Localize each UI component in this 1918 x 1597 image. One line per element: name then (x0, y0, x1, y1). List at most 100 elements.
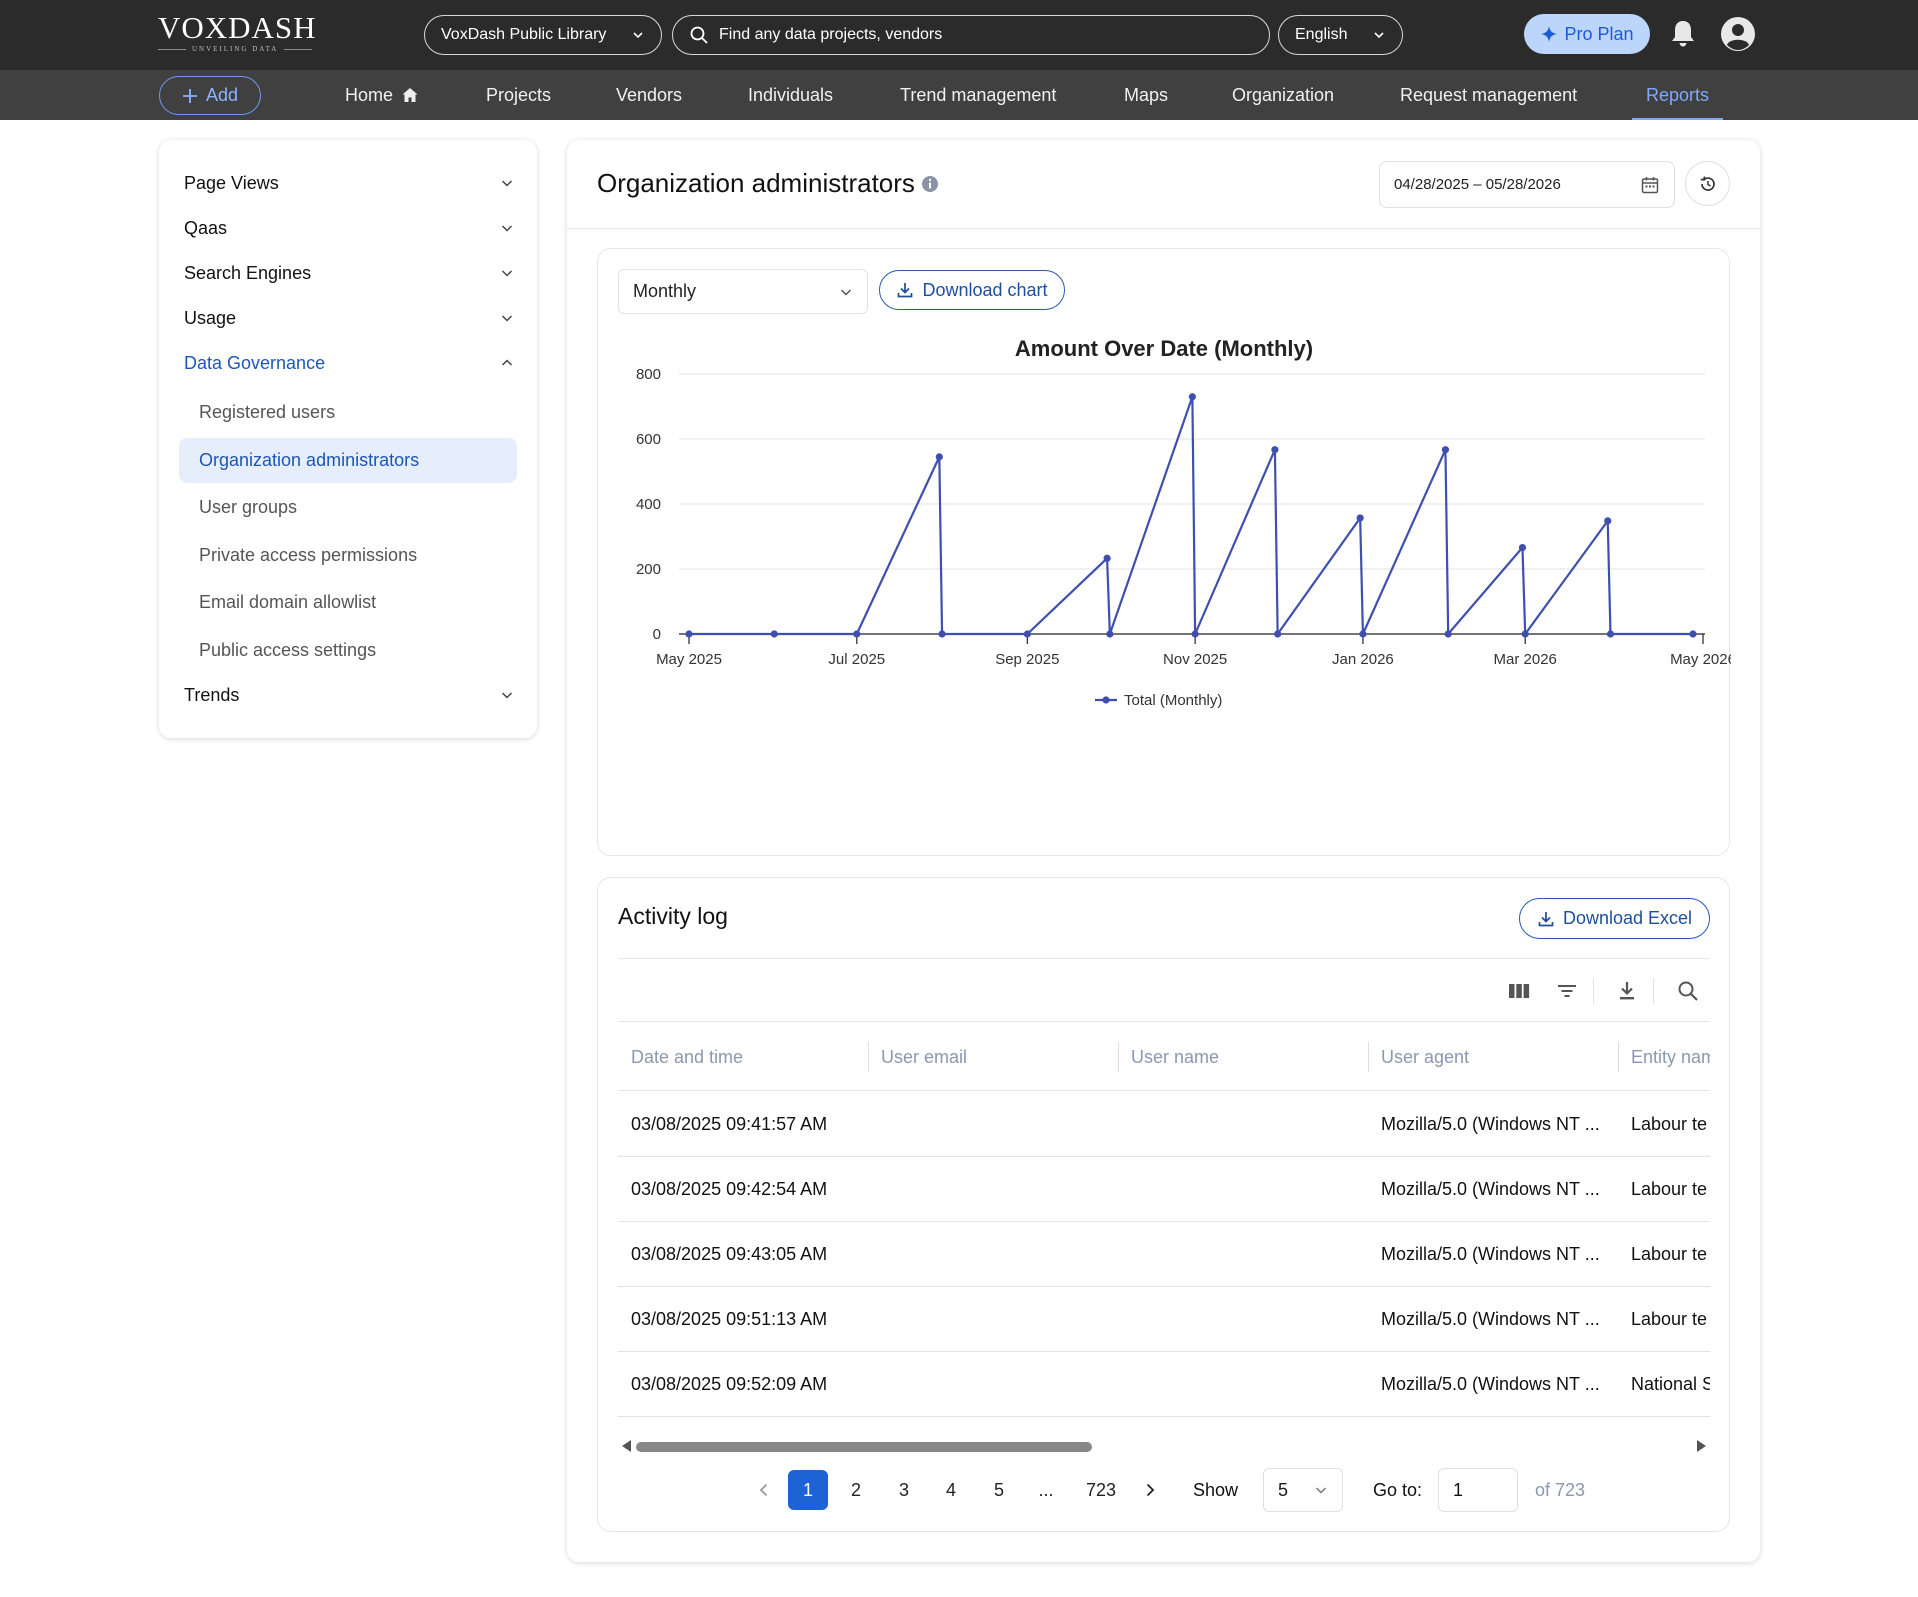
scroll-right-arrow[interactable] (1697, 1440, 1706, 1452)
download-chart-button[interactable]: Download chart (879, 270, 1065, 310)
amount-over-date-chart: Amount Over Date (Monthly) 0 200 400 600 800… (636, 336, 1731, 709)
sidebar-data-governance-label: Data Governance (184, 352, 326, 373)
date-range-picker[interactable]: 04/28/2025 – 05/28/2026 (1379, 161, 1675, 208)
title-divider (567, 228, 1760, 229)
page-4[interactable]: 4 (931, 1470, 971, 1510)
language-value: English (1295, 26, 1348, 43)
library-select[interactable]: VoxDash Public Library (424, 15, 662, 55)
chevron-right-icon[interactable] (1140, 1480, 1160, 1500)
cell-entity-name: Labour te (1631, 1179, 1708, 1199)
data-point (1271, 446, 1279, 454)
x-tick-label: Sep 2025 (995, 651, 1059, 668)
user-avatar-icon[interactable] (1720, 16, 1756, 52)
download-excel-button[interactable]: Download Excel (1519, 898, 1710, 939)
table-row[interactable]: 03/08/2025 09:41:57 AM Mozilla/5.0 (Windo… (618, 1092, 1710, 1157)
table-header: Date and time User email User name User … (618, 1021, 1710, 1091)
cell-date-and-time: 03/08/2025 09:42:54 AM (631, 1179, 828, 1199)
table-row[interactable]: 03/08/2025 09:43:05 AM Mozilla/5.0 (Windo… (618, 1222, 1710, 1287)
sidebar-organization-administrators[interactable]: Organization administrators (179, 438, 517, 483)
nav-home[interactable]: Home (345, 70, 419, 120)
bell-icon[interactable] (1668, 18, 1698, 50)
chevron-down-icon (840, 288, 852, 296)
data-point (1518, 543, 1527, 552)
column-entity-name[interactable]: Entity name (1618, 1022, 1710, 1092)
data-point (1274, 630, 1282, 638)
table-horizontal-scrollbar[interactable] (618, 1436, 1710, 1456)
sidebar-email-domain-allowlist[interactable]: Email domain allowlist (179, 580, 517, 625)
add-label: Add (205, 85, 239, 105)
voxdash-logo[interactable]: VOXDASH UNVEILING DATA (158, 12, 318, 58)
column-user-agent[interactable]: User agent (1368, 1022, 1618, 1092)
y-tick-label: 0 (653, 626, 661, 643)
column-user-name[interactable]: User name (1118, 1022, 1368, 1092)
add-button[interactable]: Add (159, 76, 261, 115)
legend-label: Total (Monthly) (1124, 692, 1222, 709)
cell-user-name (1118, 1157, 1368, 1222)
report-card: Organization administrators 04/28/2025 –… (567, 140, 1760, 1562)
page-2[interactable]: 2 (836, 1470, 876, 1510)
filter-icon[interactable] (1554, 978, 1580, 1004)
sidebar-private-access-permissions[interactable]: Private access permissions (179, 533, 517, 578)
global-search[interactable] (672, 15, 1270, 55)
search-icon[interactable] (1675, 978, 1701, 1004)
export-icon[interactable] (1614, 978, 1640, 1004)
language-select[interactable]: English (1278, 15, 1403, 55)
sidebar-qaas[interactable]: Qaas (184, 213, 514, 243)
page-1[interactable]: 1 (788, 1470, 828, 1510)
page-5[interactable]: 5 (979, 1470, 1019, 1510)
nav-individuals[interactable]: Individuals (748, 70, 833, 120)
sidebar-public-access-settings[interactable]: Public access settings (179, 628, 517, 673)
chevron-down-icon (501, 315, 513, 322)
nav-maps[interactable]: Maps (1124, 70, 1168, 120)
column-user-email[interactable]: User email (868, 1022, 1118, 1092)
page-last[interactable]: 723 (1076, 1470, 1126, 1510)
logo-tagline: UNVEILING DATA (192, 45, 279, 53)
sidebar-data-governance[interactable]: Data Governance (184, 348, 514, 378)
nav-request-management[interactable]: Request management (1400, 70, 1577, 120)
y-tick-label: 800 (636, 366, 661, 383)
sidebar-trends[interactable]: Trends (184, 680, 514, 710)
nav-projects[interactable]: Projects (486, 70, 551, 120)
nav-trend-management[interactable]: Trend management (900, 70, 1056, 120)
sidebar-registered-users[interactable]: Registered users (179, 390, 517, 435)
nav-vendors[interactable]: Vendors (616, 70, 682, 120)
data-point (1023, 630, 1031, 638)
pro-plan-button[interactable]: Pro Plan (1524, 14, 1650, 54)
page-3[interactable]: 3 (884, 1470, 924, 1510)
sidebar-page-views-label: Page Views (184, 172, 279, 193)
scroll-left-arrow[interactable] (622, 1440, 631, 1452)
sidebar-user-groups[interactable]: User groups (179, 485, 517, 530)
nav-request-management-label: Request management (1400, 84, 1578, 105)
nav-organization[interactable]: Organization (1232, 70, 1334, 120)
plus-icon (182, 88, 197, 103)
scroll-track[interactable] (636, 1442, 1692, 1452)
data-point (1604, 517, 1612, 525)
sidebar-page-views[interactable]: Page Views (184, 168, 514, 198)
nav-reports[interactable]: Reports (1631, 70, 1724, 120)
table-row[interactable]: 03/08/2025 09:52:09 AM Mozilla/5.0 (Windo… (618, 1352, 1710, 1417)
columns-icon[interactable] (1506, 978, 1532, 1004)
history-icon (1700, 175, 1715, 191)
scroll-thumb[interactable] (636, 1442, 1092, 1452)
table-row[interactable]: 03/08/2025 09:42:54 AM Mozilla/5.0 (Windo… (618, 1157, 1710, 1222)
nav-maps-label: Maps (1124, 84, 1169, 105)
data-point (1188, 393, 1196, 401)
data-point (1106, 630, 1114, 638)
logo-tagline-row: UNVEILING DATA (158, 45, 318, 53)
column-date-and-time[interactable]: Date and time (618, 1022, 868, 1092)
search-input[interactable] (719, 26, 1239, 44)
sidebar-public-access-settings-label: Public access settings (199, 640, 377, 660)
chevron-left-icon[interactable] (754, 1480, 774, 1500)
table-row[interactable]: 03/08/2025 09:51:13 AM Mozilla/5.0 (Windo… (618, 1287, 1710, 1352)
period-select[interactable]: Monthly (618, 269, 868, 314)
sidebar-usage[interactable]: Usage (184, 303, 514, 333)
goto-page-input[interactable] (1438, 1468, 1518, 1512)
chevron-down-icon (1315, 1487, 1327, 1494)
sidebar-search-engines[interactable]: Search Engines (184, 258, 514, 288)
download-excel-label: Download Excel (1562, 908, 1693, 928)
info-icon[interactable] (921, 175, 939, 193)
sidebar-search-engines-label: Search Engines (184, 262, 312, 283)
reset-date-button[interactable] (1685, 161, 1730, 206)
data-point (938, 630, 946, 638)
page-size-select[interactable]: 5 (1263, 1468, 1343, 1512)
